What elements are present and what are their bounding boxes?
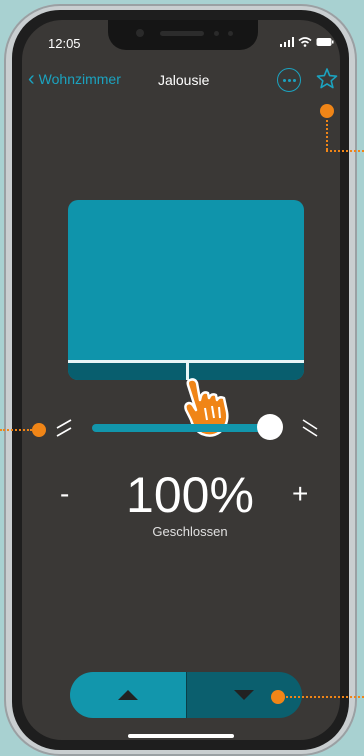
callout-dot-controls xyxy=(271,690,285,704)
more-options-button[interactable] xyxy=(277,68,301,92)
more-options-icon xyxy=(282,78,286,82)
signal-icon xyxy=(280,37,294,47)
sensor xyxy=(214,31,219,36)
increase-button[interactable]: + xyxy=(292,478,308,510)
status-icons xyxy=(280,37,334,47)
callout-dot-tilt xyxy=(32,423,46,437)
blind-visual[interactable] xyxy=(68,200,304,380)
star-icon[interactable] xyxy=(315,67,339,91)
blind-control-bar xyxy=(70,672,302,718)
arrow-down-icon xyxy=(234,690,255,700)
home-indicator xyxy=(128,734,234,738)
back-button[interactable]: ‹ Wohnzimmer xyxy=(28,68,121,90)
position-value: 100% xyxy=(126,467,254,523)
callout-line xyxy=(0,429,32,431)
camera xyxy=(136,29,144,37)
tilt-slider-thumb[interactable] xyxy=(257,414,283,440)
decrease-button[interactable]: - xyxy=(60,478,69,510)
callout-line xyxy=(326,120,328,150)
notch xyxy=(108,20,258,50)
back-label: Wohnzimmer xyxy=(38,71,121,87)
tilt-open-icon[interactable] xyxy=(55,418,75,438)
arrow-up-icon xyxy=(117,690,138,700)
tilt-slider-track[interactable] xyxy=(92,424,274,432)
callout-line xyxy=(326,150,364,152)
move-up-button[interactable] xyxy=(70,672,186,718)
battery-icon xyxy=(316,38,334,46)
speaker xyxy=(160,31,204,36)
sensor xyxy=(228,31,233,36)
chevron-left-icon: ‹ xyxy=(28,68,35,90)
status-time: 12:05 xyxy=(48,36,81,51)
page-title: Jalousie xyxy=(158,72,210,88)
callout-line xyxy=(286,696,364,698)
callout-dot-favorite xyxy=(320,104,334,118)
wifi-icon xyxy=(298,37,312,47)
position-state: Geschlossen xyxy=(152,524,228,539)
tilt-closed-icon[interactable] xyxy=(300,418,320,438)
